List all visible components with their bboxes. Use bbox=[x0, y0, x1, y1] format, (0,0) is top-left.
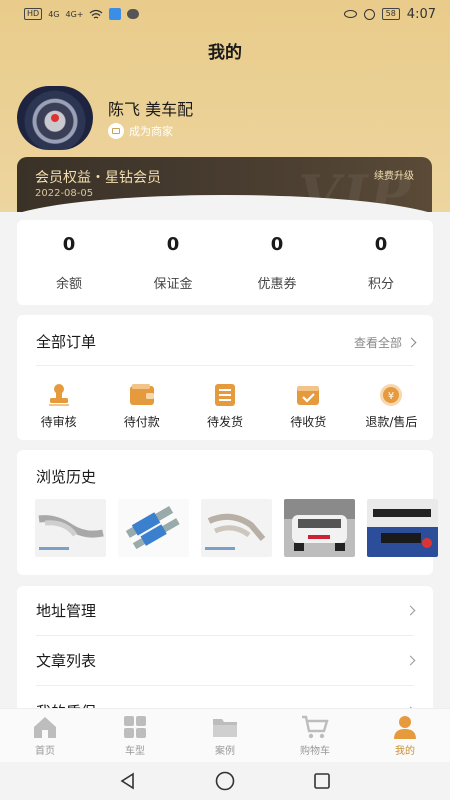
order-label: 待付款 bbox=[123, 415, 160, 429]
stat-coupons[interactable]: 0 优惠券 bbox=[225, 220, 329, 305]
status-bar: HD 4G 4G+ 58 4:07 bbox=[0, 0, 450, 28]
tab-models[interactable]: 车型 bbox=[90, 709, 180, 762]
network-badge-2: 4G+ bbox=[65, 9, 84, 19]
folder-icon bbox=[213, 718, 237, 737]
stat-label: 余额 bbox=[55, 276, 82, 292]
status-right: 58 4:07 bbox=[343, 6, 436, 22]
order-pending-payment[interactable]: 待付款 bbox=[100, 383, 183, 430]
recents-icon[interactable] bbox=[313, 772, 331, 790]
shop-icon bbox=[108, 123, 124, 139]
status-left: HD 4G 4G+ bbox=[24, 8, 140, 20]
wifi-icon bbox=[90, 9, 103, 19]
stats-card: 0 余额 0 保证金 0 优惠券 0 积分 bbox=[17, 220, 433, 305]
order-pending-receipt[interactable]: 待收货 bbox=[267, 383, 350, 430]
tab-cases[interactable]: 案例 bbox=[180, 709, 270, 762]
become-merchant-link[interactable]: 成为商家 bbox=[108, 123, 173, 139]
back-icon[interactable] bbox=[119, 772, 137, 790]
order-pending-review[interactable]: 待审核 bbox=[17, 383, 100, 430]
menu-label: 地址管理 bbox=[36, 602, 97, 620]
tab-cart[interactable]: 购物车 bbox=[270, 709, 360, 762]
history-item-exhaust-pipe[interactable] bbox=[35, 499, 106, 557]
stat-value: 0 bbox=[62, 233, 76, 255]
bottom-tab-bar: 首页 车型 案例 购物车 我的 bbox=[0, 708, 450, 762]
app-icon bbox=[109, 8, 122, 20]
network-badge: 4G bbox=[48, 9, 60, 19]
stat-value: 0 bbox=[270, 233, 284, 255]
stat-label: 保证金 bbox=[153, 276, 193, 292]
home-icon bbox=[34, 716, 56, 738]
chat-icon bbox=[127, 9, 140, 19]
stat-balance[interactable]: 0 余额 bbox=[17, 220, 121, 305]
stamp-icon bbox=[48, 384, 69, 406]
order-label: 待收货 bbox=[290, 415, 327, 429]
chevron-right-icon bbox=[405, 605, 416, 616]
menu-label: 文章列表 bbox=[36, 652, 97, 670]
tab-mine[interactable]: 我的 bbox=[360, 709, 450, 762]
hd-badge: HD bbox=[24, 8, 43, 20]
tab-home[interactable]: 首页 bbox=[0, 709, 90, 762]
browse-history-card: 浏览历史 bbox=[17, 450, 438, 575]
chevron-right-icon bbox=[405, 655, 416, 666]
menu-address-management[interactable]: 地址管理 bbox=[36, 586, 416, 636]
history-item-diffuser[interactable] bbox=[367, 499, 438, 557]
stat-label: 优惠券 bbox=[257, 276, 297, 292]
history-item-manifold[interactable] bbox=[201, 499, 272, 557]
wallet-icon bbox=[129, 384, 154, 405]
order-label: 待发货 bbox=[207, 415, 244, 429]
history-thumbnails bbox=[35, 499, 438, 557]
tab-label: 首页 bbox=[35, 745, 55, 757]
orders-card: 全部订单 查看全部 待审核 待付款 待发货 待收货 ¥ 退款/售后 bbox=[17, 315, 433, 440]
stat-label: 积分 bbox=[367, 276, 394, 292]
tab-label: 案例 bbox=[215, 745, 235, 757]
history-title: 浏览历史 bbox=[36, 468, 97, 486]
order-label: 待审核 bbox=[40, 415, 77, 429]
vip-title: 会员权益・星钻会员 bbox=[35, 170, 161, 186]
alarm-icon bbox=[363, 8, 375, 20]
stat-points[interactable]: 0 积分 bbox=[329, 220, 433, 305]
eye-icon bbox=[343, 10, 357, 18]
refund-icon: ¥ bbox=[380, 384, 403, 406]
orders-title: 全部订单 bbox=[36, 333, 97, 351]
system-nav-bar bbox=[0, 762, 450, 800]
chevron-right-icon bbox=[406, 337, 417, 348]
battery-icon: 58 bbox=[381, 8, 400, 20]
stat-value: 0 bbox=[374, 233, 388, 255]
list-icon bbox=[215, 384, 235, 406]
menu-article-list[interactable]: 文章列表 bbox=[36, 636, 416, 686]
svg-text:¥: ¥ bbox=[388, 391, 394, 402]
box-check-icon bbox=[297, 386, 320, 405]
vip-date: 2022-08-05 bbox=[35, 188, 94, 199]
stat-value: 0 bbox=[166, 233, 180, 255]
tab-label: 我的 bbox=[395, 745, 415, 757]
clock: 4:07 bbox=[406, 6, 436, 22]
order-label: 退款/售后 bbox=[365, 415, 418, 429]
cart-icon bbox=[302, 715, 329, 738]
order-pending-shipment[interactable]: 待发货 bbox=[183, 383, 266, 430]
merchant-label: 成为商家 bbox=[129, 125, 173, 138]
username: 陈飞 美车配 bbox=[108, 100, 194, 119]
person-icon bbox=[394, 715, 416, 739]
home-circle-icon[interactable] bbox=[215, 771, 235, 791]
page-title: 我的 bbox=[208, 43, 242, 63]
history-item-coilovers[interactable] bbox=[118, 499, 189, 557]
order-status-row: 待审核 待付款 待发货 待收货 ¥ 退款/售后 bbox=[17, 383, 433, 430]
grid-icon bbox=[124, 715, 146, 738]
tab-label: 购物车 bbox=[300, 745, 330, 757]
see-all-orders-link[interactable]: 查看全部 bbox=[353, 334, 417, 351]
stat-deposit[interactable]: 0 保证金 bbox=[121, 220, 225, 305]
divider bbox=[36, 365, 414, 366]
avatar[interactable] bbox=[17, 86, 93, 150]
order-refund-aftersale[interactable]: ¥ 退款/售后 bbox=[350, 383, 433, 430]
history-item-white-suv[interactable] bbox=[284, 499, 355, 557]
renew-upgrade-button[interactable]: 续费升级 bbox=[374, 167, 414, 182]
tab-label: 车型 bbox=[125, 745, 145, 757]
settings-menu: 地址管理 文章列表 我的质保 bbox=[17, 586, 433, 726]
see-all-label: 查看全部 bbox=[353, 336, 402, 350]
